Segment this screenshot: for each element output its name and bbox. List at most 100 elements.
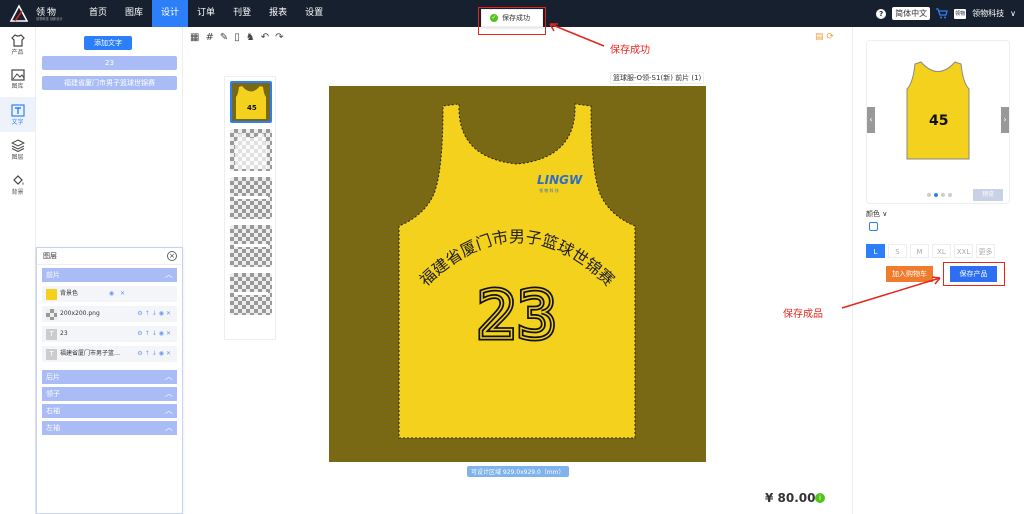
copy-icon[interactable]: ▯: [234, 32, 240, 43]
design-canvas[interactable]: 福建省厦门市男子篮球世锦赛 23 23 LINGW 领 物 科 技: [329, 86, 706, 462]
layer-item[interactable]: T 福建省厦门市男子篮… ⚙↑↓◉✕: [42, 346, 177, 362]
brand-tagline: 领物科技 创新设计: [36, 16, 63, 21]
hash-icon[interactable]: #: [205, 32, 213, 43]
image-thumbnail: [46, 308, 57, 320]
sidebar-item-background[interactable]: 背景: [0, 167, 35, 202]
chevron-up-icon[interactable]: ︿: [165, 421, 173, 435]
nav-design[interactable]: 设计: [152, 0, 189, 27]
info-icon[interactable]: i: [815, 493, 825, 503]
avatar[interactable]: 领物: [954, 8, 967, 19]
fill-icon: [12, 174, 23, 185]
carousel-dots: [927, 193, 952, 197]
size-option-m[interactable]: M: [910, 244, 929, 258]
text-field-number[interactable]: 23: [42, 56, 177, 70]
sidebar-item-product[interactable]: 产品: [0, 27, 35, 62]
size-option-xxl[interactable]: XXL: [954, 244, 973, 258]
color-label[interactable]: 颜色 ∨: [866, 209, 887, 219]
sidebar-item-label: 产品: [11, 48, 24, 56]
sidebar-item-layers[interactable]: 图层: [0, 132, 35, 167]
text-layer-icon: T: [46, 328, 57, 340]
layers-icon: [10, 138, 25, 152]
logo-icon: [9, 4, 29, 22]
chevron-up-icon[interactable]: ︿: [165, 370, 173, 384]
nav-listing[interactable]: 刊登: [224, 0, 260, 27]
thumb-collar[interactable]: [230, 177, 272, 219]
layer-name: 23: [60, 330, 68, 337]
stamp-icon[interactable]: ♞: [246, 32, 255, 43]
company-name[interactable]: 领物科技: [972, 8, 1004, 19]
brand-logo-text[interactable]: LINGW: [537, 173, 583, 187]
carousel-dot[interactable]: [927, 193, 931, 197]
group-label: 后片: [46, 373, 60, 381]
layer-controls[interactable]: ⚙↑↓◉✕: [137, 306, 173, 322]
layer-group-right-sleeve[interactable]: 右袖 ︿: [42, 404, 177, 418]
layer-name: 背景色: [60, 290, 79, 297]
nav-settings[interactable]: 设置: [296, 0, 332, 27]
carousel-dot[interactable]: [934, 193, 938, 197]
sidebar-item-text[interactable]: 文字: [0, 97, 35, 132]
layer-controls[interactable]: ⚙↑↓◉✕: [137, 326, 173, 342]
size-option-s[interactable]: S: [888, 244, 907, 258]
canvas-tools-right[interactable]: ▤ ⟳: [815, 32, 834, 42]
pen-icon[interactable]: ✎: [220, 32, 228, 43]
undo-icon[interactable]: ↶: [261, 32, 269, 43]
jersey-number-inner: 23: [477, 277, 556, 354]
image-icon: [10, 69, 25, 81]
annotation-box-save: [943, 262, 1005, 286]
brand-logo[interactable]: 领物 领物科技 创新设计: [8, 2, 70, 25]
carousel-dot[interactable]: [948, 193, 952, 197]
sidebar-item-label: 背景: [11, 188, 24, 196]
add-text-button[interactable]: 添加文字: [84, 36, 132, 50]
close-icon[interactable]: ×: [167, 251, 177, 261]
size-selector: L S M XL XXL 更多: [866, 244, 995, 258]
sidebar-item-gallery[interactable]: 图库: [0, 62, 35, 97]
layer-controls[interactable]: ⚙↑↓◉✕: [137, 346, 173, 362]
jersey-design[interactable]: 福建省厦门市男子篮球世锦赛 23 23 LINGW 领 物 科 技: [329, 86, 706, 462]
text-field-title[interactable]: 福建省厦门市男子篮球世锦赛: [42, 76, 177, 90]
annotation-save-product: 保存成品: [783, 309, 823, 320]
chevron-up-icon[interactable]: ︿: [165, 404, 173, 418]
nav-orders[interactable]: 订单: [188, 0, 224, 27]
layer-item[interactable]: 200x200.png ⚙↑↓◉✕: [42, 306, 177, 322]
help-icon[interactable]: ?: [876, 8, 887, 19]
carousel-dot[interactable]: [941, 193, 945, 197]
size-option-xl[interactable]: XL: [932, 244, 951, 258]
layer-group-back[interactable]: 后片 ︿: [42, 370, 177, 384]
chevron-up-icon[interactable]: ︿: [165, 268, 173, 282]
nav-reports[interactable]: 报表: [260, 0, 296, 27]
preview-next-arrow[interactable]: ›: [1001, 107, 1009, 133]
nav-home[interactable]: 首页: [80, 0, 116, 27]
preview-prev-arrow[interactable]: ‹: [867, 107, 875, 133]
group-label: 左袖: [46, 424, 60, 432]
layer-item[interactable]: 背景色 ◉ ✕: [42, 286, 177, 302]
canvas-toolbar: ▦ # ✎ ▯ ♞ ↶ ↷: [190, 32, 284, 43]
chevron-up-icon[interactable]: ︿: [165, 387, 173, 401]
thumb-left-sleeve[interactable]: [230, 273, 272, 315]
preview-button[interactable]: 预览: [973, 189, 1003, 201]
color-swatch: [46, 288, 57, 300]
layer-item[interactable]: T 23 ⚙↑↓◉✕: [42, 326, 177, 342]
chevron-down-icon[interactable]: ∨: [1010, 9, 1016, 18]
size-option-more[interactable]: 更多: [976, 244, 995, 258]
language-select[interactable]: 简体中文: [892, 7, 931, 20]
redo-icon[interactable]: ↷: [275, 32, 283, 43]
visibility-icon[interactable]: ◉ ✕: [109, 286, 127, 302]
thumb-front[interactable]: 45: [230, 81, 272, 123]
layers-title: 图层: [43, 252, 57, 260]
annotation-arrow-save: [841, 276, 941, 309]
color-swatch-select[interactable]: [869, 222, 878, 231]
sidebar-item-label: 图层: [11, 153, 24, 161]
group-label: 右袖: [46, 407, 60, 415]
size-option-l[interactable]: L: [866, 244, 885, 258]
cart-icon[interactable]: [936, 8, 948, 19]
layer-name: 200x200.png: [60, 310, 100, 317]
thumb-right-sleeve[interactable]: [230, 225, 272, 267]
nav-gallery[interactable]: 图库: [116, 0, 152, 27]
grid-icon[interactable]: ▦: [190, 32, 199, 43]
thumb-back[interactable]: [230, 129, 272, 171]
layer-name: 福建省厦门市男子篮…: [60, 350, 121, 357]
text-layer-icon: T: [46, 348, 57, 360]
layer-group-front[interactable]: 前片 ︿: [42, 268, 177, 282]
layer-group-left-sleeve[interactable]: 左袖 ︿: [42, 421, 177, 435]
layer-group-collar[interactable]: 领子 ︿: [42, 387, 177, 401]
